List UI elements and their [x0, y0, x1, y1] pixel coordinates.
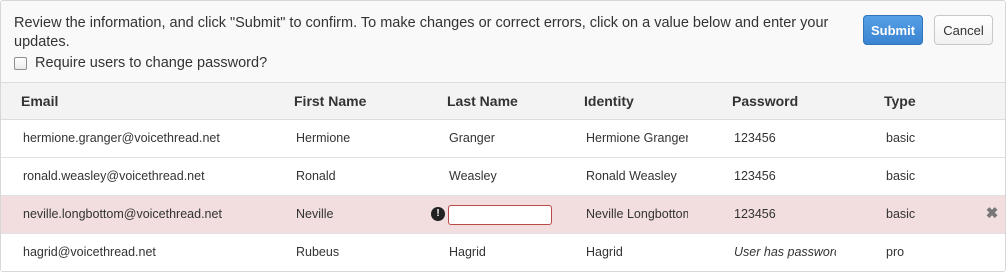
type-cell[interactable]: pro — [886, 234, 966, 271]
password-cell[interactable]: User has password — [734, 234, 836, 271]
type-cell[interactable]: basic — [886, 196, 966, 233]
last-name-cell[interactable]: Weasley — [449, 158, 569, 195]
cancel-button[interactable]: Cancel — [934, 15, 993, 45]
submit-button[interactable]: Submit — [863, 15, 923, 45]
email-cell[interactable]: ronald.weasley@voicethread.net — [23, 158, 273, 195]
email-cell[interactable]: neville.longbottom@voicethread.net — [23, 196, 273, 233]
table-row-error: neville.longbottom@voicethread.net Nevil… — [1, 196, 1005, 234]
first-name-cell[interactable]: Rubeus — [296, 234, 426, 271]
identity-cell[interactable]: Ronald Weasley — [586, 158, 688, 195]
column-header-password: Password — [732, 93, 799, 109]
table-row: hagrid@voicethread.net Rubeus Hagrid Hag… — [1, 234, 1005, 271]
password-cell[interactable]: 123456 — [734, 196, 836, 233]
review-instructions: Review the information, and click "Submi… — [14, 15, 829, 50]
password-cell[interactable]: 123456 — [734, 120, 836, 157]
remove-row-icon[interactable]: ✖ — [985, 206, 999, 222]
identity-cell[interactable]: Hermione Granger — [586, 120, 688, 157]
table-row: ronald.weasley@voicethread.net Ronald We… — [1, 158, 1005, 196]
email-cell[interactable]: hermione.granger@voicethread.net — [23, 120, 273, 157]
column-header-email: Email — [21, 93, 59, 109]
error-exclamation-icon: ! — [431, 207, 445, 221]
email-cell[interactable]: hagrid@voicethread.net — [23, 234, 273, 271]
last-name-input[interactable] — [448, 205, 552, 225]
column-header-identity: Identity — [584, 93, 634, 109]
require-password-change-row[interactable]: Require users to change password? — [14, 53, 267, 73]
table-row: hermione.granger@voicethread.net Hermion… — [1, 120, 1005, 158]
review-header: Review the information, and click "Submi… — [1, 1, 1005, 83]
type-cell[interactable]: basic — [886, 120, 966, 157]
last-name-cell[interactable]: Hagrid — [449, 234, 569, 271]
last-name-cell[interactable]: Granger — [449, 120, 569, 157]
column-header-last-name: Last Name — [447, 93, 518, 109]
type-cell[interactable]: basic — [886, 158, 966, 195]
require-password-change-checkbox[interactable] — [14, 56, 27, 70]
require-password-change-label[interactable]: Require users to change password? — [35, 55, 267, 71]
column-header-type: Type — [884, 93, 916, 109]
password-cell[interactable]: 123456 — [734, 158, 836, 195]
table-header: Email First Name Last Name Identity Pass… — [1, 83, 1005, 120]
identity-cell[interactable]: Hagrid — [586, 234, 688, 271]
identity-cell[interactable]: Neville Longbottom — [586, 196, 688, 233]
first-name-cell[interactable]: Hermione — [296, 120, 426, 157]
first-name-cell[interactable]: Ronald — [296, 158, 426, 195]
column-header-first-name: First Name — [294, 93, 367, 109]
user-review-panel: Review the information, and click "Submi… — [0, 0, 1006, 272]
first-name-cell[interactable]: Neville — [296, 196, 426, 233]
